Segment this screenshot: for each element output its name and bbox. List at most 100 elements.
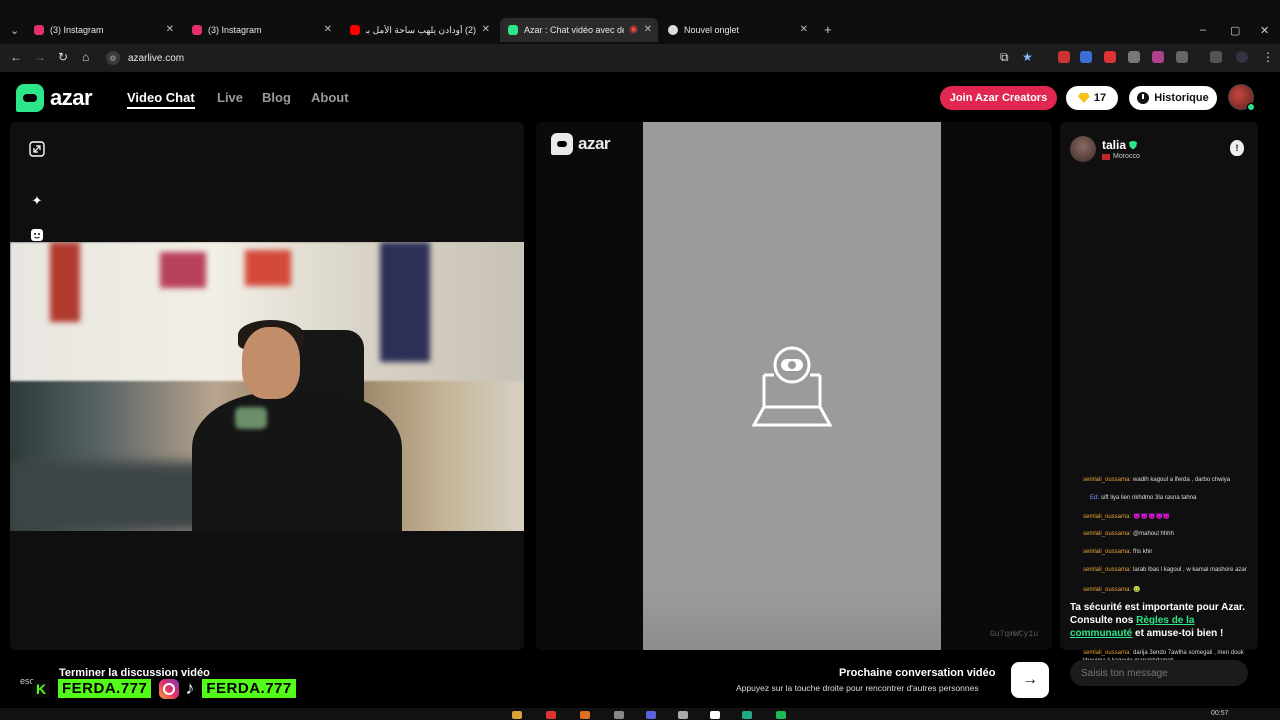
next-chat-hint: Appuyez sur la touche droite pour rencon… xyxy=(736,683,979,693)
tab-new-tab[interactable]: Nouvel onglet ✕ xyxy=(660,18,814,42)
close-icon[interactable]: ✕ xyxy=(482,24,490,35)
overlay-handle: FERDA.777 xyxy=(200,677,298,700)
discord-icon[interactable] xyxy=(646,711,656,719)
chrome-icon[interactable] xyxy=(546,711,556,719)
clock-time: 00:57 xyxy=(1211,710,1229,717)
tab-instagram-1[interactable]: (3) Instagram ✕ xyxy=(26,18,180,42)
self-camera-feed xyxy=(10,242,524,531)
nav-video-chat[interactable]: Video Chat xyxy=(127,90,195,109)
close-icon[interactable]: ✕ xyxy=(800,24,808,35)
app-icon[interactable] xyxy=(678,711,688,719)
extension-icon[interactable] xyxy=(1058,51,1070,63)
join-creators-label: Join Azar Creators xyxy=(949,92,1048,104)
home-icon[interactable]: ⌂ xyxy=(82,50,89,64)
folder-icon[interactable] xyxy=(512,711,522,719)
effects-sparkle-icon[interactable]: ✦ xyxy=(28,192,46,210)
chat-message: semlali_oussama: 😈😈😈😈😈 xyxy=(1083,514,1171,520)
app-icon[interactable] xyxy=(742,711,752,719)
tab-instagram-2[interactable]: (3) Instagram ✕ xyxy=(184,18,338,42)
extension-icon[interactable] xyxy=(1152,51,1164,63)
partner-name-text: talia xyxy=(1102,138,1127,152)
nav-about[interactable]: About xyxy=(311,90,349,105)
tab-search-icon[interactable]: ⌄ xyxy=(10,24,19,37)
cast-icon[interactable]: ⧉ xyxy=(1000,50,1009,65)
app-icon[interactable] xyxy=(580,711,590,719)
partner-avatar[interactable] xyxy=(1070,136,1096,162)
extension-icon[interactable] xyxy=(1080,51,1092,63)
site-info-icon[interactable]: ⚙ xyxy=(106,51,120,65)
streamer-overlay: K FERDA.777 ♪ FERDA.777 xyxy=(32,677,298,700)
message-input[interactable]: Saisis ton message xyxy=(1070,660,1248,686)
user-avatar[interactable] xyxy=(1228,84,1255,111)
watermark-text: azar xyxy=(578,134,611,153)
report-shield-button[interactable]: ! xyxy=(1230,140,1244,156)
nav-live[interactable]: Live xyxy=(217,90,243,105)
youtube-icon xyxy=(350,25,360,35)
overlay-handle: FERDA.777 xyxy=(56,677,154,700)
url-text: azarlive.com xyxy=(128,52,185,64)
partner-country-text: Morocco xyxy=(1113,153,1140,160)
spotify-icon[interactable] xyxy=(776,711,786,719)
chrome-icon xyxy=(668,25,678,35)
close-icon[interactable]: ✕ xyxy=(324,24,332,35)
chat-message: semlali_oussama: fhs khir xyxy=(1083,549,1153,555)
chat-message: semlali_oussama: wadih kagoul a lferda , … xyxy=(1083,477,1231,483)
reload-icon[interactable]: ↻ xyxy=(58,50,68,64)
tiktok-icon: ♪ xyxy=(185,678,195,698)
menu-icon[interactable]: ⋮ xyxy=(1262,50,1274,64)
tab-label: (3) Instagram xyxy=(50,25,104,35)
tab-label: (2) أودادن يلهب ساحة الأمل بمر... xyxy=(366,24,476,35)
instagram-icon xyxy=(159,678,180,699)
partner-country: Morocco xyxy=(1102,153,1140,160)
instagram-icon xyxy=(192,25,202,35)
extension-icon[interactable] xyxy=(1128,51,1140,63)
extensions-puzzle-icon[interactable] xyxy=(1176,51,1188,63)
reading-list-icon[interactable] xyxy=(1210,51,1222,63)
minimize-icon[interactable]: – xyxy=(1200,24,1206,36)
forward-icon[interactable]: → xyxy=(34,50,46,64)
history-button[interactable]: Historique xyxy=(1129,86,1217,110)
url-field[interactable]: ⚙ azarlive.com xyxy=(106,49,184,67)
gems-button[interactable]: 17 xyxy=(1066,86,1118,110)
camera-off-icon xyxy=(751,345,833,432)
next-chat-button[interactable]: → xyxy=(1011,662,1049,698)
tab-label: Nouvel onglet xyxy=(684,25,740,35)
join-creators-button[interactable]: Join Azar Creators xyxy=(940,86,1057,110)
gem-icon xyxy=(1077,93,1090,103)
logo-text: azar xyxy=(50,85,93,110)
tab-youtube[interactable]: (2) أودادن يلهب ساحة الأمل بمر... ✕ xyxy=(342,18,496,42)
online-status-icon xyxy=(1247,103,1255,111)
azar-logo[interactable]: azar xyxy=(16,84,93,112)
clock-icon xyxy=(1137,92,1150,104)
message-placeholder: Saisis ton message xyxy=(1081,667,1168,679)
close-icon[interactable]: ✕ xyxy=(166,24,174,35)
gems-count: 17 xyxy=(1093,92,1107,104)
close-icon[interactable]: ✕ xyxy=(644,24,652,35)
maximize-icon[interactable]: ▢ xyxy=(1230,24,1240,37)
close-window-icon[interactable]: ✕ xyxy=(1260,24,1269,37)
next-chat-title: Prochaine conversation vidéo xyxy=(839,667,996,679)
back-icon[interactable]: ← xyxy=(10,50,22,64)
tab-azar[interactable]: Azar : Chat vidéo avec de n... ◉ ✕ xyxy=(500,18,658,42)
chat-message: semlali_oussama: 🤢 xyxy=(1083,587,1141,593)
os-taskbar xyxy=(0,708,1280,720)
browser-tab-bar: ⌄ (3) Instagram ✕ (3) Instagram ✕ (2) أو… xyxy=(0,0,1280,44)
chat-message: semlali_oussama: larab lbas l kagoul , w … xyxy=(1083,567,1247,573)
profile-icon[interactable] xyxy=(1236,51,1248,63)
kick-icon: K xyxy=(32,679,50,698)
new-tab-icon[interactable]: + xyxy=(824,22,832,37)
extension-icon[interactable] xyxy=(1104,51,1116,63)
chat-message: Ed: sift liya lien nkhdmo 3la rasna tahna xyxy=(1090,495,1197,501)
expand-icon[interactable] xyxy=(28,140,46,158)
instagram-icon xyxy=(34,25,44,35)
morocco-flag-icon xyxy=(1102,153,1110,160)
nav-blog[interactable]: Blog xyxy=(262,90,291,105)
tab-label: (3) Instagram xyxy=(208,25,262,35)
history-label: Historique xyxy=(1154,92,1209,104)
app-icon[interactable] xyxy=(710,711,720,719)
azar-logo-icon xyxy=(551,133,573,155)
app-icon[interactable] xyxy=(614,711,624,719)
bookmark-star-icon[interactable]: ★ xyxy=(1022,50,1033,64)
safety-notice: Ta sécurité est importante pour Azar. Co… xyxy=(1070,602,1246,639)
azar-watermark: azar xyxy=(551,133,611,155)
